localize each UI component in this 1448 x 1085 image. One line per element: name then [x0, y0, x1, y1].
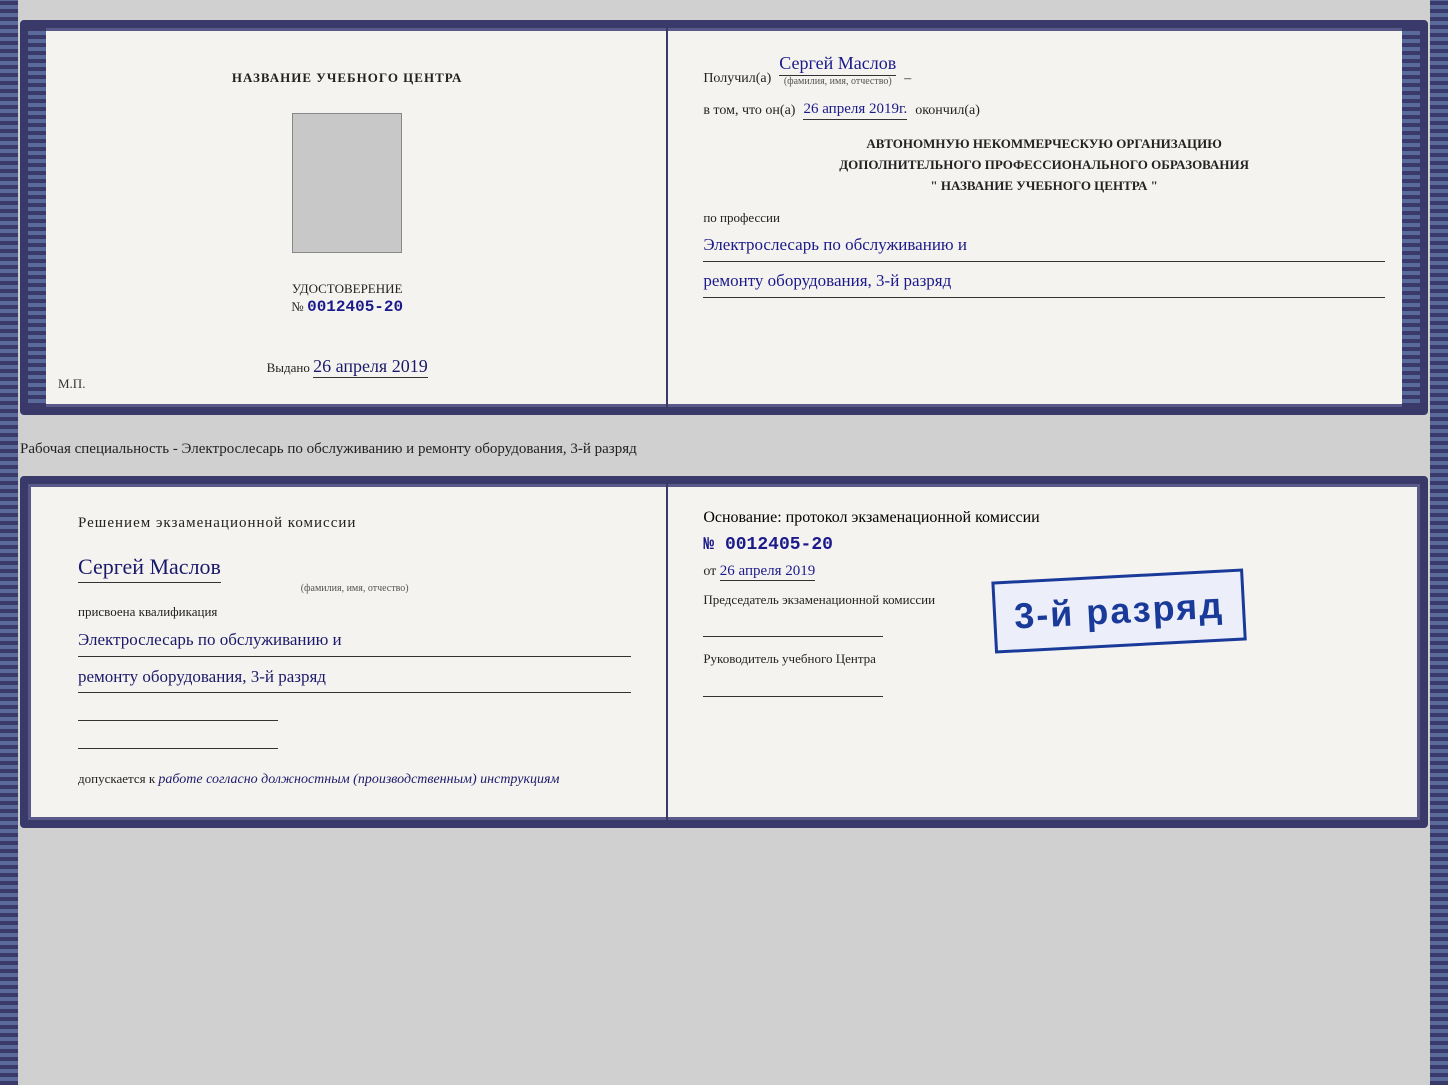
name2-value: Сергей Маслов	[78, 554, 221, 583]
qualification-text2: ремонту оборудования, 3-й разряд	[78, 662, 631, 694]
photo-placeholder	[292, 113, 402, 253]
profession-block: по профессии Электрослесарь по обслужива…	[703, 210, 1385, 297]
допуск-block: допускается к работе согласно должностны…	[78, 769, 631, 791]
in-that-label: в том, что он(а)	[703, 103, 795, 119]
org-block: АВТОНОМНУЮ НЕКОММЕРЧЕСКУЮ ОРГАНИЗАЦИЮ ДО…	[703, 134, 1385, 196]
fio-subtitle-1: (фамилия, имя, отчество)	[784, 76, 892, 87]
stamp: 3-й разряд	[992, 569, 1247, 654]
cert2-left-panel: Решением экзаменационной комиссии Сергей…	[28, 484, 668, 820]
issued-label: Выдано	[267, 360, 310, 375]
mp-label: М.П.	[58, 376, 85, 392]
cert1-number-value: 0012405-20	[307, 298, 403, 316]
допуск-label: допускается к	[78, 771, 155, 786]
date-of-line: от 26 апреля 2019	[703, 563, 1385, 580]
org-line2: ДОПОЛНИТЕЛЬНОГО ПРОФЕССИОНАЛЬНОГО ОБРАЗО…	[703, 155, 1385, 176]
cert1-right-panel: Получил(а) Сергей Маслов (фамилия, имя, …	[668, 28, 1420, 407]
qualification-text1: Электрослесарь по обслуживанию и	[78, 625, 631, 657]
org-quote2: "	[1151, 178, 1158, 193]
cert1-title: НАЗВАНИЕ УЧЕБНОГО ЦЕНТРА	[232, 68, 463, 88]
issued-date: 26 апреля 2019	[313, 356, 428, 378]
assigned-label: присвоена квалификация	[78, 604, 631, 620]
osnowanie-line: Основание: протокол экзаменационной коми…	[703, 509, 1385, 527]
cert2-number-prefix: №	[703, 535, 714, 555]
fio-subtitle-2: (фамилия, имя, отчество)	[78, 583, 631, 594]
profession-text1: Электрослесарь по обслуживанию и	[703, 230, 1385, 262]
org-name: НАЗВАНИЕ УЧЕБНОГО ЦЕНТРА	[941, 178, 1148, 193]
signature-line2	[78, 729, 278, 749]
cert1-number-prefix: №	[291, 299, 303, 314]
cert2-number-block: № 0012405-20	[703, 535, 1385, 555]
cert2-right-panel: 3-й разряд Основание: протокол экзаменац…	[668, 484, 1420, 820]
recipient-name: Сергей Маслов	[779, 53, 896, 76]
org-quote1: "	[930, 178, 937, 193]
date-completed-line: в том, что он(а) 26 апреля 2019г. окончи…	[703, 101, 1385, 120]
org-name-line: " НАЗВАНИЕ УЧЕБНОГО ЦЕНТРА "	[703, 176, 1385, 197]
name2-block: Сергей Маслов (фамилия, имя, отчество)	[78, 546, 631, 594]
допуск-text-value: работе согласно должностным (производств…	[158, 772, 559, 787]
received-line: Получил(а) Сергей Маслов (фамилия, имя, …	[703, 53, 1385, 87]
date-value: 26 апреля 2019	[720, 563, 816, 581]
cert2-title: Решением экзаменационной комиссии	[78, 512, 631, 535]
chairman-sig-line	[703, 617, 883, 637]
cert2-number-value: 0012405-20	[725, 535, 833, 555]
cert1-number-block: УДОСТОВЕРЕНИЕ № 0012405-20	[291, 281, 403, 316]
dash-1: –	[904, 71, 911, 87]
fio-block: Сергей Маслов (фамилия, имя, отчество)	[779, 53, 896, 87]
cert1-left-panel: НАЗВАНИЕ УЧЕБНОГО ЦЕНТРА УДОСТОВЕРЕНИЕ №…	[28, 28, 668, 407]
completed-label: окончил(а)	[915, 103, 980, 119]
date-prefix: от	[703, 564, 716, 579]
certificate-card-2: Решением экзаменационной комиссии Сергей…	[20, 476, 1428, 828]
right-decorative-pattern	[1402, 28, 1420, 407]
profession-label: по профессии	[703, 210, 1385, 226]
received-label: Получил(а)	[703, 71, 771, 87]
page-wrapper: НАЗВАНИЕ УЧЕБНОГО ЦЕНТРА УДОСТОВЕРЕНИЕ №…	[20, 20, 1428, 828]
certificate-card-1: НАЗВАНИЕ УЧЕБНОГО ЦЕНТРА УДОСТОВЕРЕНИЕ №…	[20, 20, 1428, 415]
rukov-sig-line	[703, 677, 883, 697]
specialty-label: Рабочая специальность - Электрослесарь п…	[20, 433, 1428, 458]
signature-line1	[78, 701, 278, 721]
cert1-label: УДОСТОВЕРЕНИЕ	[292, 281, 403, 296]
rukov-label: Руководитель учебного Центра	[703, 649, 1385, 669]
cert1-issued-line: Выдано 26 апреля 2019	[267, 356, 428, 377]
org-line1: АВТОНОМНУЮ НЕКОММЕРЧЕСКУЮ ОРГАНИЗАЦИЮ	[703, 134, 1385, 155]
completed-date: 26 апреля 2019г.	[803, 101, 907, 120]
profession-text2: ремонту оборудования, 3-й разряд	[703, 266, 1385, 298]
